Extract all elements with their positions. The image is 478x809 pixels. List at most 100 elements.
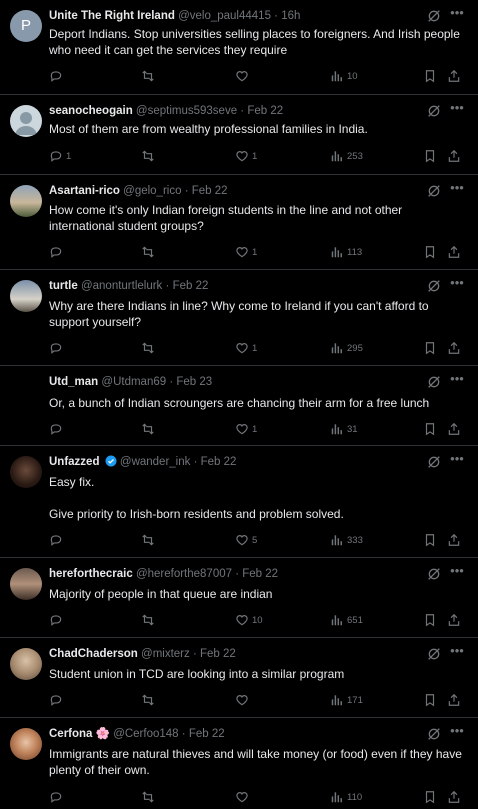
bookmark-button[interactable] (423, 789, 437, 805)
like-button[interactable]: 1 (235, 421, 257, 437)
share-button[interactable] (447, 68, 461, 84)
timestamp[interactable]: Feb 22 (189, 728, 225, 740)
bookmark-button[interactable] (423, 244, 437, 260)
user-handle[interactable]: @gelo_rico (123, 185, 181, 197)
tweet[interactable]: Utd_man @Utdman69 · Feb 23 Or, a bunch o… (0, 366, 478, 446)
user-handle[interactable]: @wander_ink (120, 456, 191, 468)
bookmark-button[interactable] (423, 421, 437, 437)
display-name[interactable]: hereforthecraic (49, 568, 133, 580)
timestamp[interactable]: Feb 22 (201, 456, 237, 468)
views-button[interactable]: 333 (330, 532, 363, 548)
retweet-button[interactable] (141, 148, 158, 164)
timestamp[interactable]: Feb 23 (176, 376, 212, 388)
more-icon[interactable]: ••• (448, 452, 466, 470)
display-name[interactable]: ChadChaderson (49, 648, 138, 660)
reply-button[interactable] (49, 340, 66, 356)
share-button[interactable] (447, 692, 461, 708)
retweet-button[interactable] (141, 612, 158, 628)
retweet-button[interactable] (141, 692, 158, 708)
bookmark-button[interactable] (423, 692, 437, 708)
display-name[interactable]: Utd_man (49, 376, 98, 388)
more-icon[interactable]: ••• (448, 276, 466, 294)
display-name[interactable]: turtle (49, 280, 78, 292)
more-icon[interactable]: ••• (448, 372, 466, 390)
grok-icon[interactable] (426, 454, 442, 470)
more-icon[interactable]: ••• (448, 724, 466, 742)
views-button[interactable]: 171 (330, 692, 363, 708)
like-button[interactable] (235, 68, 252, 84)
share-button[interactable] (447, 148, 461, 164)
avatar[interactable] (10, 105, 42, 137)
timestamp[interactable]: Feb 22 (242, 568, 278, 580)
more-icon[interactable]: ••• (448, 101, 466, 119)
reply-button[interactable] (49, 789, 66, 805)
bookmark-button[interactable] (423, 68, 437, 84)
more-icon[interactable]: ••• (448, 564, 466, 582)
share-button[interactable] (447, 612, 461, 628)
views-button[interactable]: 31 (330, 421, 358, 437)
display-name[interactable]: Cerfona (49, 728, 92, 740)
user-handle[interactable]: @hereforthe87007 (136, 568, 232, 580)
grok-icon[interactable] (426, 278, 442, 294)
timestamp[interactable]: 16h (281, 10, 300, 22)
views-button[interactable]: 651 (330, 612, 363, 628)
user-handle[interactable]: @anonturtlelurk (81, 280, 162, 292)
grok-icon[interactable] (426, 726, 442, 742)
verified-badge-icon[interactable] (105, 455, 117, 467)
views-button[interactable]: 113 (330, 244, 362, 260)
like-button[interactable]: 1 (235, 340, 257, 356)
share-button[interactable] (447, 340, 461, 356)
retweet-button[interactable] (141, 421, 158, 437)
like-button[interactable]: 1 (235, 148, 257, 164)
more-icon[interactable]: ••• (448, 6, 466, 24)
user-handle[interactable]: @Cerfoo148 (113, 728, 178, 740)
display-name[interactable]: Unfazzed (49, 456, 99, 468)
share-button[interactable] (447, 244, 461, 260)
like-button[interactable]: 5 (235, 532, 257, 548)
more-icon[interactable]: ••• (448, 181, 466, 199)
timestamp[interactable]: Feb 22 (247, 105, 283, 117)
like-button[interactable]: 1 (235, 244, 257, 260)
like-button[interactable]: 10 (235, 612, 263, 628)
tweet[interactable]: turtle @anonturtlelurk · Feb 22 Why are … (0, 270, 478, 366)
reply-button[interactable] (49, 421, 66, 437)
timestamp[interactable]: Feb 22 (192, 185, 228, 197)
tweet[interactable]: P Unite The Right Ireland @velo_paul4441… (0, 0, 478, 95)
retweet-button[interactable] (141, 532, 158, 548)
like-button[interactable] (235, 789, 252, 805)
reply-button[interactable] (49, 68, 66, 84)
avatar[interactable] (10, 568, 42, 600)
avatar[interactable]: P (10, 10, 42, 42)
share-button[interactable] (447, 789, 461, 805)
like-button[interactable] (235, 692, 252, 708)
avatar[interactable] (10, 185, 42, 217)
timestamp[interactable]: Feb 22 (200, 648, 236, 660)
user-handle[interactable]: @mixterz (141, 648, 190, 660)
views-button[interactable]: 295 (330, 340, 363, 356)
user-handle[interactable]: @septimus593seve (136, 105, 237, 117)
share-button[interactable] (447, 532, 461, 548)
tweet[interactable]: hereforthecraic @hereforthe87007 · Feb 2… (0, 558, 478, 638)
retweet-button[interactable] (141, 68, 158, 84)
user-handle[interactable]: @velo_paul44415 (178, 10, 271, 22)
reply-button[interactable] (49, 612, 66, 628)
grok-icon[interactable] (426, 8, 442, 24)
tweet[interactable]: ChadChaderson @mixterz · Feb 22 Student … (0, 638, 478, 718)
reply-button[interactable]: 1 (49, 148, 71, 164)
display-name[interactable]: Asartani-rico (49, 185, 120, 197)
user-handle[interactable]: @Utdman69 (101, 376, 166, 388)
reply-button[interactable] (49, 532, 66, 548)
avatar[interactable] (10, 648, 42, 680)
retweet-button[interactable] (141, 789, 158, 805)
display-name[interactable]: seanocheogain (49, 105, 133, 117)
retweet-button[interactable] (141, 340, 158, 356)
tweet[interactable]: Unfazzed @wander_ink · Feb 22 Easy fix. … (0, 446, 478, 558)
bookmark-button[interactable] (423, 612, 437, 628)
bookmark-button[interactable] (423, 340, 437, 356)
more-icon[interactable]: ••• (448, 644, 466, 662)
grok-icon[interactable] (426, 646, 442, 662)
bookmark-button[interactable] (423, 532, 437, 548)
avatar[interactable] (10, 280, 42, 312)
avatar[interactable] (10, 728, 42, 760)
retweet-button[interactable] (141, 244, 158, 260)
